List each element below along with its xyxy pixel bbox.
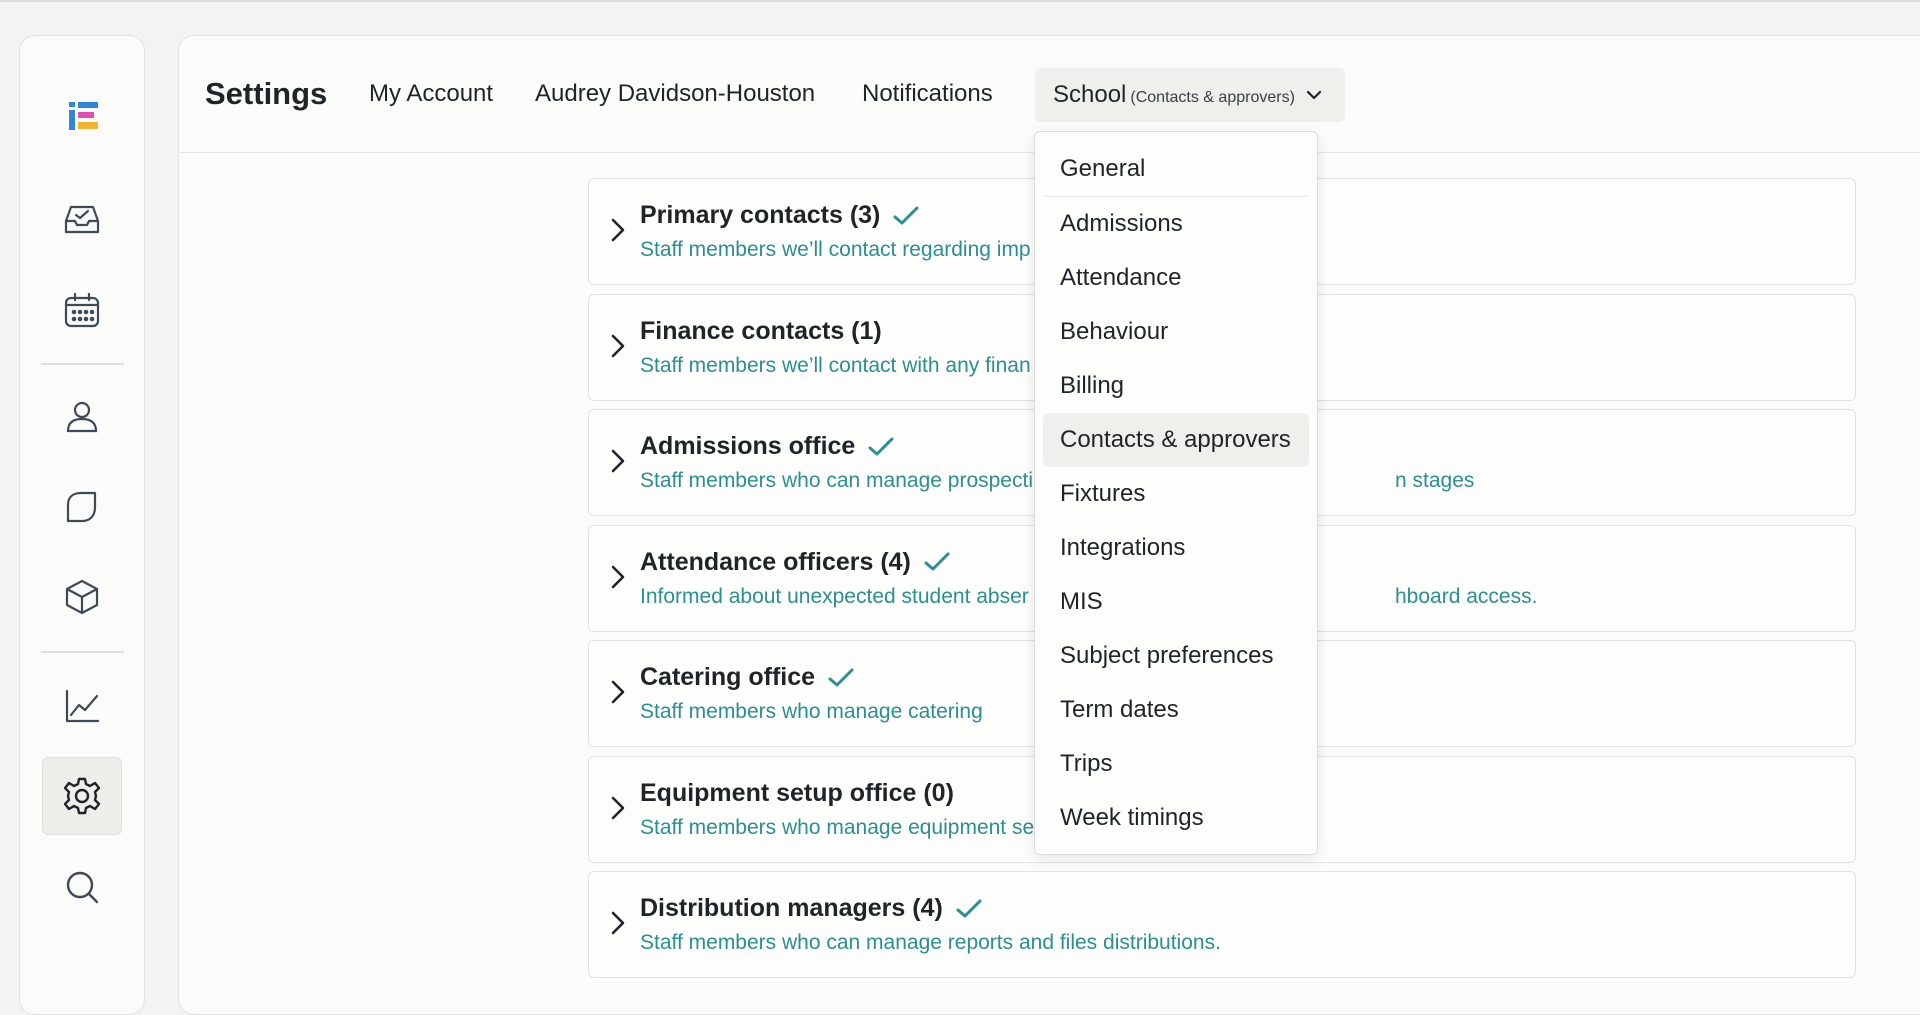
page-title: Settings (205, 76, 328, 111)
person-icon (66, 401, 98, 433)
menu-item-billing[interactable]: Billing (1043, 359, 1309, 413)
search-icon (66, 871, 99, 904)
contact-group-card[interactable]: Distribution managers (4) Staff members w… (588, 871, 1856, 978)
sidebar-item-settings[interactable] (42, 757, 122, 835)
contact-group-title-text: Distribution managers (4) (640, 894, 943, 922)
sidebar-divider (41, 363, 124, 365)
menu-item-subject-preferences[interactable]: Subject preferences (1043, 629, 1309, 683)
sidebar-item-calendar[interactable] (42, 272, 122, 350)
contact-group-title-text: Finance contacts (1) (640, 316, 882, 345)
gear-icon (63, 777, 101, 815)
check-icon (828, 668, 854, 686)
contact-group-description-tail: hboard access. (1395, 584, 1538, 608)
chevron-right-icon (611, 334, 625, 357)
menu-item-integrations[interactable]: Integrations (1043, 521, 1309, 575)
chevron-right-icon (611, 565, 625, 588)
contact-group-description: Staff members who manage equipment se (640, 815, 1035, 839)
contact-group-title-text: Admissions office (640, 432, 856, 460)
contact-group-description: Staff members who can manage prospecti (640, 469, 1033, 492)
cube-icon (65, 579, 99, 615)
menu-item-trips[interactable]: Trips (1043, 737, 1309, 791)
school-settings-menu: General Admissions Attendance Behaviour … (1034, 131, 1318, 855)
contact-group-title-text: Equipment setup office (0) (640, 778, 954, 807)
chevron-right-icon (611, 796, 625, 819)
chevron-down-icon (1306, 90, 1322, 100)
inbox-check-icon (64, 205, 100, 234)
sidebar-item-search[interactable] (42, 848, 122, 926)
menu-item-fixtures[interactable]: Fixtures (1043, 467, 1309, 521)
menu-item-attendance[interactable]: Attendance (1043, 251, 1309, 305)
chevron-right-icon (611, 449, 625, 473)
sidebar-divider (41, 651, 124, 653)
check-icon (924, 552, 950, 571)
check-icon (956, 899, 982, 917)
menu-item-contacts-approvers[interactable]: Contacts & approvers (1043, 413, 1309, 467)
check-icon (868, 437, 894, 455)
window-top-border (0, 0, 1920, 2)
contact-group-description-tail: n stages (1395, 469, 1475, 492)
contact-group-title-text: Attendance officers (4) (640, 547, 911, 576)
contact-group-title: Admissions office (640, 432, 895, 461)
school-dropdown-label: School (1053, 81, 1127, 108)
contact-group-title: Finance contacts (1) (640, 317, 882, 346)
contact-group-title: Equipment setup office (0) (640, 779, 954, 808)
check-icon (893, 206, 919, 224)
menu-item-general[interactable]: General (1043, 142, 1309, 196)
menu-item-admissions[interactable]: Admissions (1043, 197, 1309, 251)
chevron-right-icon (611, 680, 625, 704)
contact-group-title: Attendance officers (4) (640, 548, 951, 577)
contact-group-title: Distribution managers (4) (640, 894, 983, 923)
contact-group-description: Informed about unexpected student abser (640, 584, 1029, 608)
contact-group-title: Catering office (640, 663, 855, 692)
contact-group-title-text: Catering office (640, 663, 816, 691)
contact-group-title: Primary contacts (3) (640, 201, 920, 230)
school-dropdown-sublabel: (Contacts & approvers) (1130, 88, 1295, 106)
leaf-icon (66, 491, 97, 523)
sidebar-item-inbox[interactable] (42, 180, 122, 258)
tab-my-account[interactable]: My Account (369, 80, 493, 108)
contact-group-description: Staff members we’ll contact with any fin… (640, 353, 1031, 377)
chevron-right-icon (611, 911, 625, 935)
menu-item-week-timings[interactable]: Week timings (1043, 791, 1309, 845)
menu-item-mis[interactable]: MIS (1043, 575, 1309, 629)
sidebar-item-people[interactable] (42, 378, 122, 456)
contact-group-title-text: Primary contacts (3) (640, 201, 881, 229)
sidebar-item-messages[interactable] (42, 468, 122, 546)
logo-icon[interactable] (66, 98, 102, 134)
calendar-icon (64, 292, 100, 328)
sidebar-item-resources[interactable] (42, 558, 122, 636)
sidebar (19, 35, 145, 1015)
tab-school-dropdown[interactable]: School (Contacts & approvers) (1035, 68, 1345, 122)
tab-notifications[interactable]: Notifications (862, 80, 993, 108)
contact-group-description: Staff members who manage catering (640, 700, 983, 723)
menu-item-term-dates[interactable]: Term dates (1043, 683, 1309, 737)
menu-item-behaviour[interactable]: Behaviour (1043, 305, 1309, 359)
contact-group-description: Staff members who can manage reports and… (640, 931, 1221, 954)
tab-audrey-davidson-houston[interactable]: Audrey Davidson-Houston (535, 80, 815, 108)
chart-icon (65, 689, 100, 723)
contact-group-description: Staff members we’ll contact regarding im… (640, 238, 1031, 261)
sidebar-item-analytics[interactable] (42, 667, 122, 745)
chevron-right-icon (611, 218, 625, 242)
